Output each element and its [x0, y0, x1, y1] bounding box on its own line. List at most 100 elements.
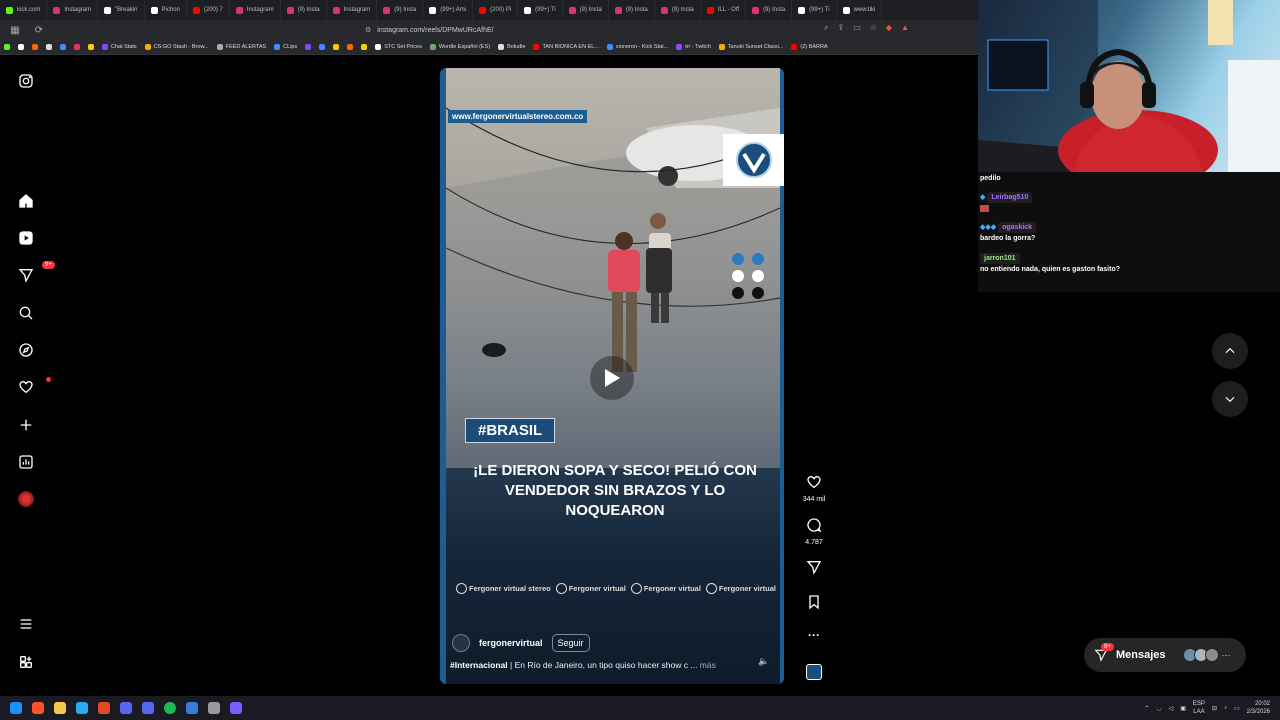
browser-tab[interactable]: (99+) Ti: [792, 0, 837, 20]
bookmark-item[interactable]: [18, 44, 24, 50]
bookmark-item[interactable]: Wordle Español (ES): [429, 44, 490, 50]
bookmark-item[interactable]: [46, 44, 52, 50]
browser-tab[interactable]: (200) Pi: [473, 0, 519, 20]
file-explorer-icon[interactable]: [54, 702, 66, 714]
notifications-heart-icon[interactable]: [16, 377, 51, 397]
app-icon[interactable]: [142, 702, 154, 714]
browser-tab[interactable]: Instagram: [327, 0, 378, 20]
wifi-icon[interactable]: ◡: [1156, 705, 1161, 712]
bookmark-item[interactable]: Boludle: [498, 44, 525, 50]
browser-tab[interactable]: (9) Insta: [563, 0, 609, 20]
more-menu-icon[interactable]: [16, 614, 36, 634]
browser-tab[interactable]: (99+) Ti: [518, 0, 563, 20]
reels-icon[interactable]: [16, 228, 36, 248]
bookmark-item[interactable]: TAN BIONICA EN EL...: [533, 44, 599, 50]
explore-icon[interactable]: [16, 340, 36, 360]
bookmark-item[interactable]: [4, 44, 10, 50]
battery-icon[interactable]: ▭: [1234, 705, 1240, 712]
taskbar-clock[interactable]: 20:02 2/3/2026: [1247, 700, 1270, 716]
profile-avatar[interactable]: [16, 489, 36, 509]
bookmark-item[interactable]: [305, 44, 312, 50]
install-icon[interactable]: ▭: [853, 23, 861, 33]
discord-icon[interactable]: [120, 702, 132, 714]
bookmark-item[interactable]: Chat Stats: [102, 44, 137, 50]
bookmark-item[interactable]: [88, 44, 94, 50]
browser-tab[interactable]: (9) Insta: [281, 0, 327, 20]
bookmark-item[interactable]: [319, 44, 326, 50]
share-send-icon[interactable]: [796, 559, 832, 580]
browser-tab[interactable]: (9) Insta: [609, 0, 655, 20]
browser-tab[interactable]: (9) Insta: [655, 0, 701, 20]
bookmark-item[interactable]: [74, 44, 80, 50]
browser-tab[interactable]: www.tiki: [837, 0, 883, 20]
zoom-icon[interactable]: ⌕: [824, 23, 828, 33]
comment-bubble-icon[interactable]: [796, 517, 832, 538]
settings-icon[interactable]: [208, 702, 220, 714]
chat-username[interactable]: ogaskick: [998, 222, 1037, 233]
bookmark-item[interactable]: sioneron - Kick Stat...: [606, 44, 668, 50]
author-avatar[interactable]: [452, 634, 470, 652]
brave-shield-icon[interactable]: ◆: [886, 23, 892, 33]
previous-reel-button[interactable]: [1212, 333, 1248, 369]
browser-tab[interactable]: (200) 7: [187, 0, 230, 20]
bookmark-item[interactable]: Tanuki Sunset Classi...: [718, 44, 783, 50]
browser-tab[interactable]: ILL - Off: [701, 0, 747, 20]
bookmark-item[interactable]: [333, 44, 340, 50]
play-icon[interactable]: [590, 356, 634, 400]
volume-icon[interactable]: ◁: [1169, 705, 1174, 712]
brave-rewards-icon[interactable]: ▲: [901, 23, 909, 33]
direct-messages-icon[interactable]: 9+: [16, 261, 55, 285]
bookmark-icon[interactable]: [796, 594, 832, 615]
windows-start-icon[interactable]: [10, 702, 22, 714]
author-username[interactable]: fergonervirtual: [479, 638, 543, 648]
language-indicator[interactable]: ESP LAA: [1193, 700, 1205, 716]
like-heart-icon[interactable]: [796, 474, 832, 495]
network-icon[interactable]: ⊟: [1212, 705, 1217, 712]
bookmark-item[interactable]: [347, 44, 354, 50]
follow-button[interactable]: Seguir: [551, 634, 590, 652]
caption-hashtag[interactable]: #Internacional: [450, 660, 508, 670]
reload-icon[interactable]: ⟳: [32, 25, 46, 36]
bookmark-item[interactable]: CLips: [274, 44, 297, 50]
share-icon[interactable]: ⇪: [837, 23, 844, 33]
tray-app-icon[interactable]: ▣: [1180, 705, 1186, 712]
bookmark-star-icon[interactable]: ☆: [870, 23, 877, 33]
bookmark-item[interactable]: CS:GO Stash - Brow...: [144, 44, 209, 50]
home-icon[interactable]: [16, 191, 36, 211]
speaker-icon[interactable]: ♪: [1224, 705, 1227, 711]
chat-username[interactable]: Leirbag510: [987, 192, 1033, 203]
bookmark-item[interactable]: [361, 44, 368, 50]
caption-more-link[interactable]: más: [697, 660, 716, 670]
browser-tab[interactable]: "Breakin: [98, 0, 145, 20]
bookmark-item[interactable]: trr - Twitch: [676, 44, 711, 50]
also-from-meta-icon[interactable]: [16, 652, 36, 672]
bookmark-item[interactable]: (2) BARRA: [791, 44, 828, 50]
browser-tab[interactable]: Pichon: [145, 0, 187, 20]
mute-icon[interactable]: 🔈: [758, 656, 769, 667]
video-frame[interactable]: [446, 68, 780, 468]
audio-thumbnail[interactable]: [796, 664, 832, 685]
browser-tab[interactable]: (9) Insta: [377, 0, 424, 20]
browser-tab[interactable]: kick.com: [0, 0, 48, 20]
bookmark-item[interactable]: FEED ALERTAS: [216, 44, 266, 50]
brave-browser-icon[interactable]: [32, 702, 44, 714]
dashboard-icon[interactable]: [16, 452, 36, 472]
app-icon[interactable]: [230, 702, 242, 714]
bookmark-item[interactable]: [32, 44, 38, 50]
apps-grid-icon[interactable]: ▦: [8, 25, 22, 36]
next-reel-button[interactable]: [1212, 381, 1248, 417]
browser-tab[interactable]: (99+) Ami: [423, 0, 474, 20]
search-icon[interactable]: [16, 303, 36, 323]
browser-tab[interactable]: (9) Insta: [746, 0, 793, 20]
tray-expand-icon[interactable]: ⌃: [1144, 705, 1149, 712]
chat-username[interactable]: jarron101: [980, 253, 1020, 264]
reel-caption[interactable]: #Internacional | En Río de Janeiro, un t…: [450, 660, 740, 670]
spotify-icon[interactable]: [164, 702, 176, 714]
browser-tab[interactable]: Instagram: [230, 0, 281, 20]
create-plus-icon[interactable]: [16, 415, 36, 435]
app-icon[interactable]: [186, 702, 198, 714]
reel-video-player[interactable]: www.fergonervirtualstereo.com.co #BRASIL…: [440, 68, 784, 684]
site-info-icon[interactable]: ⚙: [365, 26, 371, 34]
app-icon[interactable]: [98, 702, 110, 714]
more-options-icon[interactable]: ···: [796, 628, 832, 642]
